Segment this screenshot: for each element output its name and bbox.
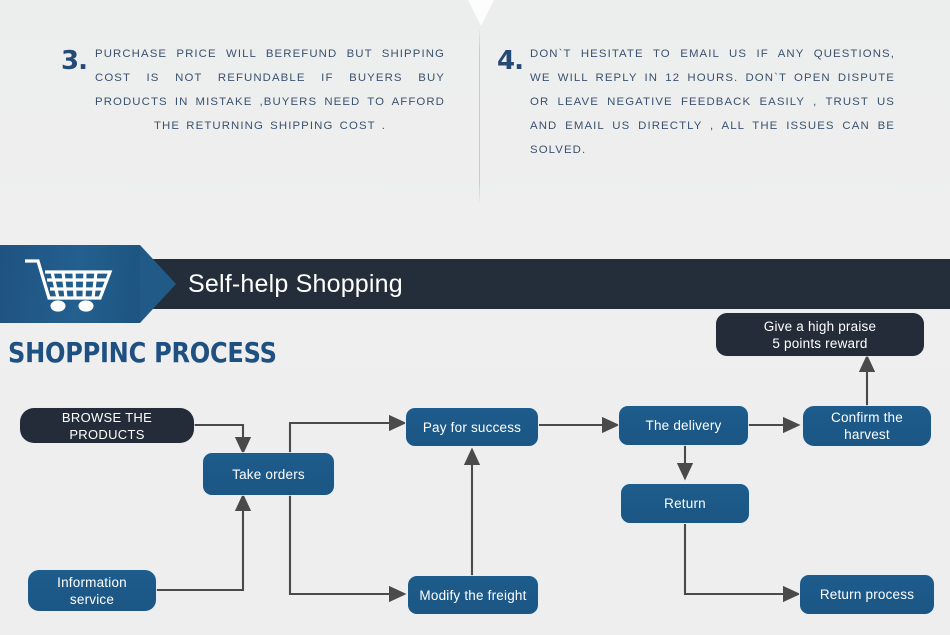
flow-node-info-label-line2: service: [69, 591, 115, 607]
flow-node-give-a-high-praise[interactable]: Give a high praise 5 points reward: [716, 313, 924, 356]
page-root: 3. PURCHASE PRICE WILL BEREFUND BUT SHIP…: [0, 0, 950, 635]
flow-node-praise-label-line2: 5 points reward: [772, 335, 868, 351]
flow-node-browse-the-products[interactable]: BROWSE THE PRODUCTS: [20, 408, 194, 443]
flow-node-browse-label: BROWSE THE PRODUCTS: [61, 409, 153, 442]
flow-node-modify-the-freight[interactable]: Modify the freight: [408, 576, 538, 614]
flow-node-information-service[interactable]: Information service: [28, 570, 156, 611]
banner-title: Self-help Shopping: [188, 270, 403, 298]
flow-node-return-process[interactable]: Return process: [800, 575, 934, 614]
edge-browse-to-take-orders: [194, 423, 252, 455]
flow-node-confirm-label-line1: Confirm the: [831, 410, 903, 425]
flow-node-delivery-label: The delivery: [645, 418, 722, 433]
edge-return-to-return-process: [683, 524, 801, 603]
flow-node-return[interactable]: Return: [621, 484, 749, 523]
flow-node-the-delivery[interactable]: The delivery: [619, 406, 748, 445]
flow-node-take-orders-label: Take orders: [232, 466, 305, 482]
flow-node-return-label: Return: [664, 496, 706, 511]
flow-node-modify-label: Modify the freight: [419, 587, 527, 603]
flow-node-take-orders[interactable]: Take orders: [203, 453, 334, 495]
flow-node-confirm-the-harvest[interactable]: Confirm the harvest: [803, 406, 931, 446]
flow-node-praise-label-line1: Give a high praise: [763, 318, 877, 334]
flow-node-pay-for-success[interactable]: Pay for success: [406, 408, 538, 446]
flow-node-info-label-line1: Information: [57, 574, 127, 590]
flow-node-return-process-label: Return process: [819, 587, 915, 602]
edge-info-to-take-orders: [156, 493, 252, 592]
shopping-cart-icon: [25, 259, 113, 312]
flow-node-confirm-label-line2: harvest: [844, 427, 890, 442]
flow-node-pay-label: Pay for success: [422, 419, 522, 435]
edge-take-orders-to-modify: [288, 488, 407, 603]
